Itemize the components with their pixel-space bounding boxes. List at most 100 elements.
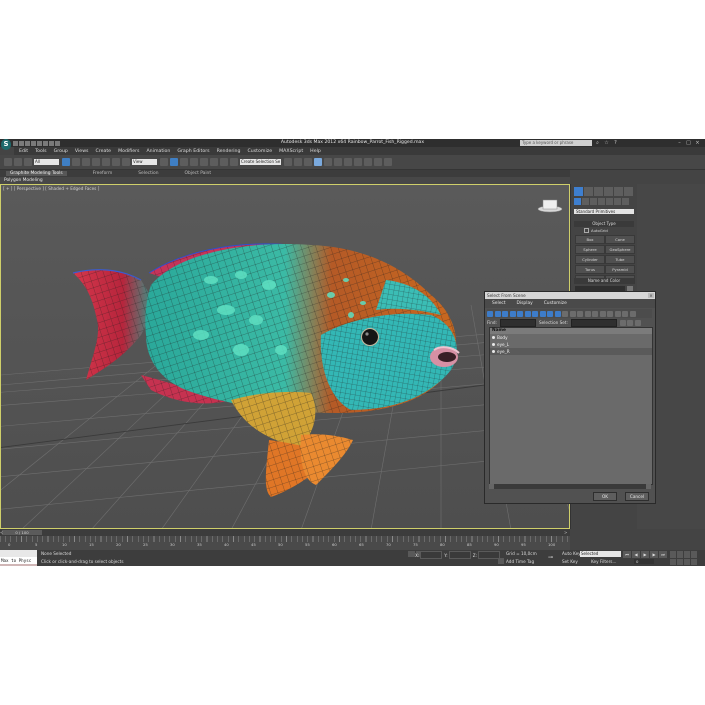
pan-icon[interactable] — [677, 559, 683, 565]
scene-object-list[interactable]: Name Body eye_L eye_R — [489, 327, 653, 485]
selection-set-add-icon[interactable] — [619, 319, 626, 326]
space-warps-icon[interactable] — [614, 198, 621, 205]
menu-graph-editors[interactable]: Graph Editors — [177, 149, 209, 154]
tab-graphite-modeling-tools[interactable]: Graphite Modeling Tools — [6, 171, 67, 176]
go-to-start-icon[interactable]: ⏮ — [623, 551, 631, 558]
menu-modifiers[interactable]: Modifiers — [118, 149, 139, 154]
zoom-all-icon[interactable] — [677, 551, 683, 558]
cameras-icon[interactable] — [598, 198, 605, 205]
display-spacewarps-icon[interactable] — [524, 310, 531, 317]
shapes-icon[interactable] — [582, 198, 589, 205]
menu-customize[interactable]: Customize — [248, 149, 273, 154]
display-hidden-icon[interactable] — [569, 310, 576, 317]
render-production-icon[interactable] — [374, 158, 382, 166]
display-children-icon[interactable] — [599, 310, 606, 317]
display-influences-icon[interactable] — [607, 310, 613, 317]
maximize-icon[interactable]: □ — [684, 140, 693, 146]
y-coordinate-field[interactable] — [448, 551, 471, 559]
close-icon[interactable]: × — [693, 140, 702, 146]
next-frame-icon[interactable]: ▶ — [650, 551, 658, 558]
orbit-icon[interactable] — [684, 559, 690, 565]
unlink-icon[interactable] — [14, 158, 22, 166]
layer-manager-icon[interactable] — [304, 158, 312, 166]
selection-set-remove-icon[interactable] — [634, 319, 641, 326]
cylinder-button[interactable]: Cylinder — [575, 255, 605, 264]
select-all-icon[interactable] — [577, 310, 583, 317]
category-dropdown[interactable]: Standard Primitives — [574, 209, 634, 214]
menu-group[interactable]: Group — [54, 149, 68, 154]
z-coordinate-field[interactable] — [477, 551, 500, 559]
display-containers-icon[interactable] — [554, 310, 561, 317]
select-none-icon[interactable] — [584, 310, 591, 317]
selection-filter-dropdown[interactable]: All — [34, 159, 59, 165]
minimize-icon[interactable]: – — [675, 140, 684, 146]
cancel-button[interactable]: Cancel — [625, 492, 649, 501]
time-slider-thumb[interactable]: 0 / 100 — [2, 530, 42, 535]
display-bones-icon[interactable] — [547, 310, 553, 317]
wand-icon[interactable] — [629, 310, 636, 317]
time-slider-prev-icon[interactable]: < — [0, 530, 3, 535]
subscription-icon[interactable]: ☆ — [602, 140, 611, 146]
maximize-viewport-icon[interactable] — [691, 559, 697, 565]
dialog-title[interactable]: Select From Scene — [485, 292, 655, 299]
tab-selection[interactable]: Selection — [138, 171, 158, 176]
list-item[interactable]: eye_L — [490, 341, 652, 348]
list-horizontal-scrollbar[interactable] — [489, 484, 651, 489]
geometry-icon[interactable] — [574, 198, 581, 205]
render-iterative-icon[interactable] — [384, 158, 392, 166]
go-to-end-icon[interactable]: ⏭ — [659, 551, 667, 558]
reference-coord-dropdown[interactable]: View — [132, 159, 157, 165]
select-rotate-icon[interactable] — [112, 158, 120, 166]
select-invert-icon[interactable] — [592, 310, 598, 317]
systems-icon[interactable] — [622, 198, 629, 205]
search-input[interactable]: Type a keyword or phrase — [520, 140, 592, 146]
material-editor-icon[interactable] — [344, 158, 352, 166]
display-groups-icon[interactable] — [532, 310, 538, 317]
list-item-selected[interactable]: eye_R — [490, 348, 652, 355]
utilities-tab-icon[interactable] — [624, 187, 633, 196]
set-key-button[interactable]: Set Key — [562, 559, 578, 564]
maxscript-output[interactable]: Max to Physc — [0, 557, 37, 564]
render-setup-icon[interactable] — [354, 158, 362, 166]
schematic-view-icon[interactable] — [334, 158, 342, 166]
geosphere-button[interactable]: GeoSphere — [605, 245, 635, 254]
align-icon[interactable] — [294, 158, 302, 166]
app-logo-icon[interactable]: S — [1, 139, 11, 150]
maxscript-listener[interactable]: Max to Physc — [0, 550, 37, 566]
tab-object-paint[interactable]: Object Paint — [185, 171, 212, 176]
x-coordinate-field[interactable] — [420, 551, 443, 559]
select-move-icon[interactable] — [102, 158, 110, 166]
name-and-color-rollout[interactable]: Name and Color — [574, 278, 634, 284]
list-item[interactable]: Body — [490, 334, 652, 341]
menu-help[interactable]: Help — [310, 149, 321, 154]
pyramid-button[interactable]: Pyramid — [605, 265, 635, 274]
previous-frame-icon[interactable]: ◀ — [632, 551, 640, 558]
pivot-center-icon[interactable] — [160, 158, 168, 166]
link-icon[interactable] — [4, 158, 12, 166]
keyboard-shortcut-icon[interactable] — [180, 158, 188, 166]
named-selection-dropdown[interactable]: Create Selection Se — [240, 159, 281, 165]
display-frozen-icon[interactable] — [562, 310, 568, 317]
time-slider[interactable]: 0 / 100 < > — [0, 529, 570, 536]
filter-icon[interactable] — [622, 310, 628, 317]
current-frame-field[interactable]: 0 — [634, 559, 654, 564]
auto-key-button[interactable]: Auto Key — [562, 551, 581, 556]
selection-set-edit-icon[interactable] — [627, 319, 634, 326]
viewport-label[interactable]: [ + ] [ Perspective ] [ Shaded + Edged F… — [3, 186, 99, 191]
mirror-icon[interactable] — [284, 158, 292, 166]
help-icon[interactable]: ? — [611, 140, 620, 146]
dialog-menu-display[interactable]: Display — [517, 301, 533, 306]
motion-tab-icon[interactable] — [604, 187, 613, 196]
key-filter-dropdown[interactable]: Selected — [580, 551, 621, 557]
rectangular-selection-icon[interactable] — [82, 158, 90, 166]
menu-rendering[interactable]: Rendering — [217, 149, 241, 154]
field-of-view-icon[interactable] — [670, 559, 676, 565]
dialog-menu-customize[interactable]: Customize — [544, 301, 567, 306]
maxscript-input[interactable] — [0, 550, 37, 557]
object-type-rollout[interactable]: Object Type — [574, 221, 634, 227]
tab-freeform[interactable]: Freeform — [93, 171, 113, 176]
menu-edit[interactable]: Edit — [19, 149, 28, 154]
display-lights-icon[interactable] — [502, 310, 508, 317]
select-manipulate-icon[interactable] — [170, 158, 178, 166]
zoom-icon[interactable] — [670, 551, 676, 558]
